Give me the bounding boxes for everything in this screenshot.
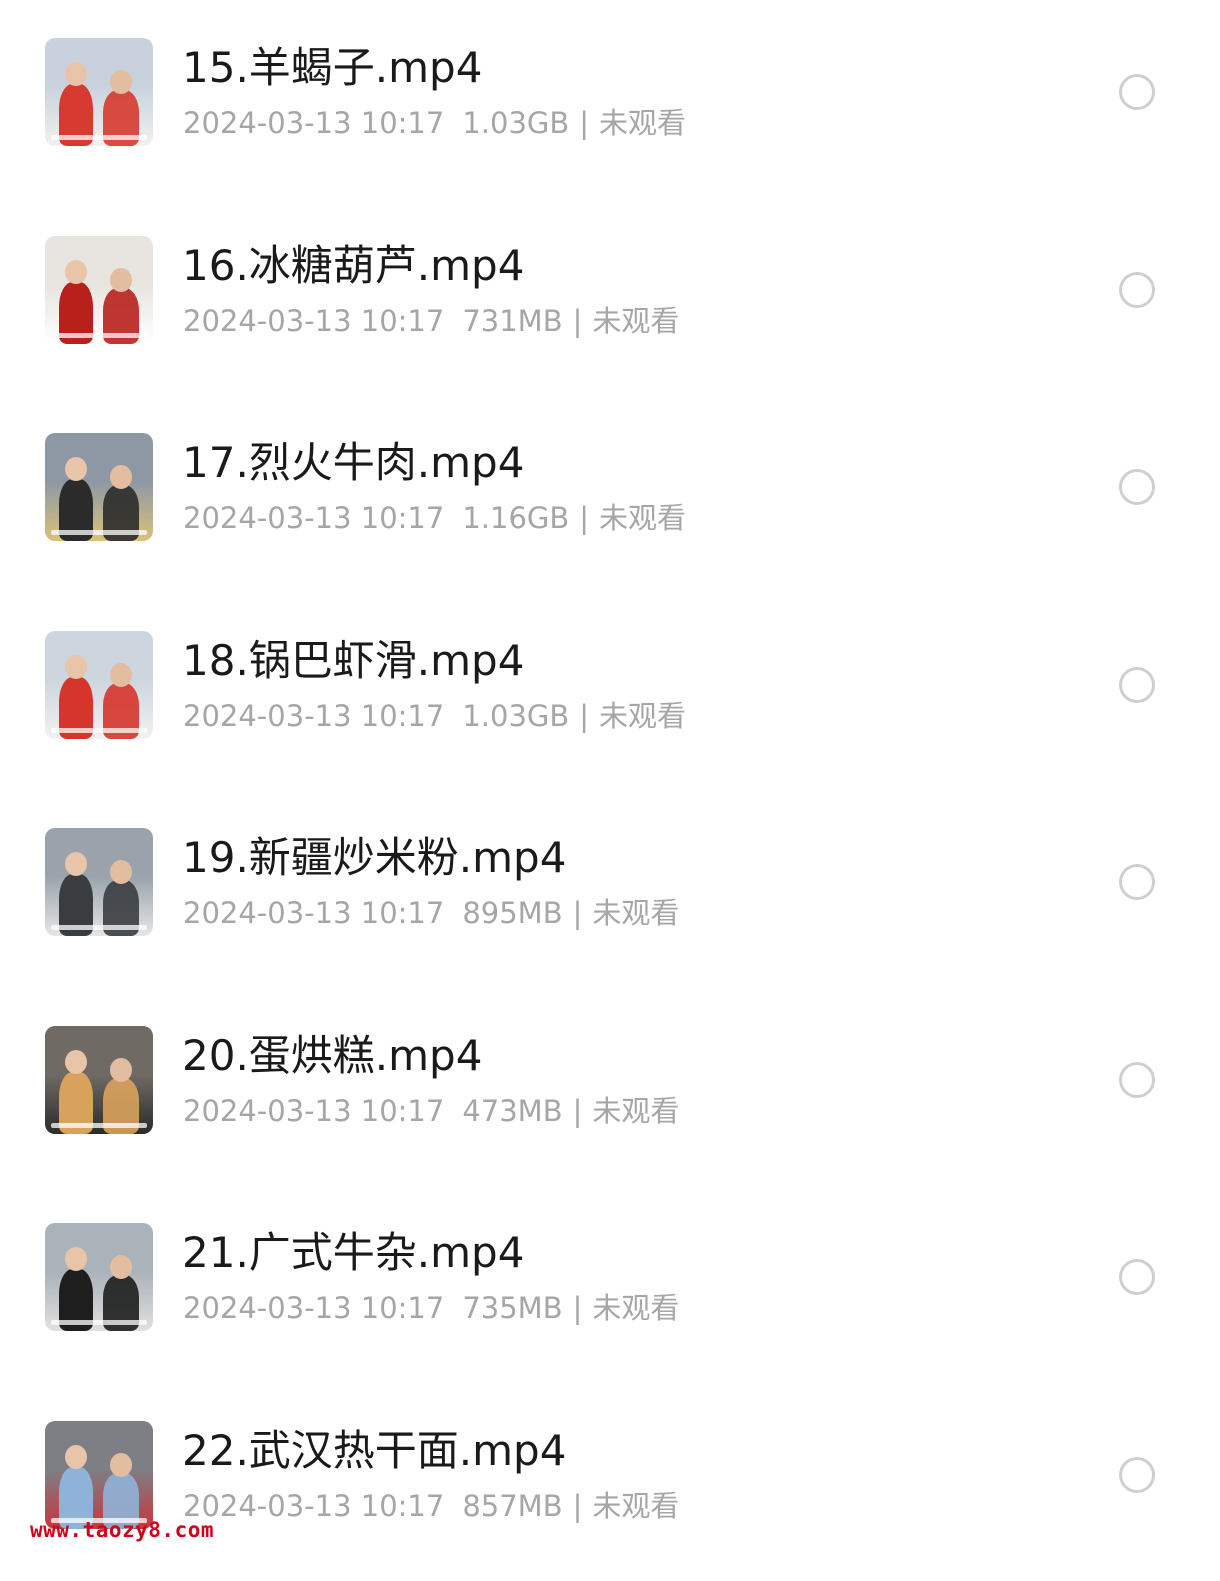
video-thumbnail[interactable] [45, 1420, 153, 1529]
file-date: 2024-03-13 10:17 [183, 698, 445, 733]
select-radio[interactable] [1119, 1456, 1155, 1493]
file-row[interactable]: 22.武汉热干面.mp4 2024-03-13 10:17 857MB | 未观看 [0, 1383, 1220, 1581]
meta-separator: | [572, 896, 583, 930]
file-list: 15.羊蝎子.mp4 2024-03-13 10:17 1.03GB | 未观看 16… [0, 0, 1220, 1571]
file-date: 2024-03-13 10:17 [183, 896, 445, 930]
file-size: 473MB [462, 1093, 563, 1128]
thumbnail-figure-head [65, 62, 87, 86]
file-name: 19.新疆炒米粉.mp4 [182, 833, 567, 882]
thumbnail-subtitle [51, 727, 147, 733]
file-size: 735MB [462, 1291, 563, 1325]
file-name: 22.武汉热干面.mp4 [182, 1425, 567, 1475]
meta-separator: | [572, 1093, 583, 1128]
file-row[interactable]: 15.羊蝎子.mp4 2024-03-13 10:17 1.03GB | 未观看 [0, 0, 1220, 198]
watch-status: 未观看 [599, 106, 687, 140]
thumbnail-figure-head [110, 1057, 132, 1082]
video-thumbnail[interactable] [45, 828, 153, 936]
select-radio[interactable] [1119, 271, 1155, 308]
meta-separator: | [579, 698, 590, 733]
thumbnail-figure-head [65, 457, 87, 481]
file-name: 20.蛋烘糕.mp4 [182, 1030, 483, 1080]
file-size: 1.03GB [462, 698, 570, 733]
select-radio[interactable] [1119, 864, 1155, 900]
file-date: 2024-03-13 10:17 [183, 106, 445, 140]
file-size: 895MB [462, 896, 563, 930]
file-date: 2024-03-13 10:17 [183, 1093, 445, 1128]
file-row[interactable]: 19.新疆炒米粉.mp4 2024-03-13 10:17 895MB | 未观看 [0, 790, 1220, 988]
watch-status: 未观看 [592, 1291, 680, 1325]
meta-separator: | [572, 303, 583, 338]
watch-status: 未观看 [592, 896, 680, 930]
watermark-text: www.taozy8.com [30, 1518, 215, 1542]
file-meta: 2024-03-13 10:17 857MB | 未观看 [183, 1486, 679, 1526]
file-name: 16.冰糖葫芦.mp4 [182, 240, 525, 290]
thumbnail-subtitle [51, 925, 147, 930]
thumbnail-subtitle [51, 135, 147, 140]
select-radio[interactable] [1119, 666, 1155, 703]
file-row[interactable]: 21.广式牛杂.mp4 2024-03-13 10:17 735MB | 未观看 [0, 1185, 1220, 1383]
select-radio[interactable] [1119, 469, 1155, 505]
meta-separator: | [572, 1488, 583, 1523]
file-date: 2024-03-13 10:17 [183, 1291, 445, 1325]
file-size: 1.16GB [462, 501, 570, 535]
thumbnail-subtitle [51, 1320, 147, 1325]
file-date: 2024-03-13 10:17 [183, 501, 445, 535]
thumbnail-figure-head [65, 1049, 87, 1074]
file-name: 17.烈火牛肉.mp4 [182, 438, 525, 487]
select-radio[interactable] [1119, 74, 1155, 110]
file-size: 857MB [462, 1488, 563, 1523]
thumbnail-figure-head [110, 662, 132, 687]
file-row[interactable]: 18.锅巴虾滑.mp4 2024-03-13 10:17 1.03GB | 未观看 [0, 593, 1220, 791]
file-size: 1.03GB [462, 106, 570, 140]
file-meta: 2024-03-13 10:17 735MB | 未观看 [183, 1288, 679, 1328]
video-thumbnail[interactable] [45, 433, 153, 541]
video-thumbnail[interactable] [45, 1025, 153, 1134]
video-thumbnail[interactable] [45, 38, 153, 146]
thumbnail-figure-head [110, 267, 132, 292]
file-meta: 2024-03-13 10:17 473MB | 未观看 [183, 1091, 679, 1131]
thumbnail-figure-head [65, 654, 87, 679]
file-meta: 2024-03-13 10:17 1.03GB | 未观看 [183, 696, 686, 736]
video-thumbnail[interactable] [45, 235, 153, 344]
select-radio[interactable] [1119, 1061, 1155, 1098]
select-radio[interactable] [1119, 1259, 1155, 1295]
thumbnail-figure-head [65, 1247, 87, 1271]
thumbnail-figure-head [110, 465, 132, 489]
watch-status: 未观看 [599, 501, 687, 535]
thumbnail-figure-head [110, 860, 132, 884]
thumbnail-figure-head [110, 1255, 132, 1279]
file-size: 731MB [462, 303, 563, 338]
meta-separator: | [579, 106, 590, 140]
meta-separator: | [579, 501, 590, 535]
file-meta: 2024-03-13 10:17 1.03GB | 未观看 [183, 103, 686, 143]
thumbnail-figure-head [65, 259, 87, 284]
file-date: 2024-03-13 10:17 [183, 303, 445, 338]
thumbnail-figure-head [65, 1444, 87, 1469]
video-thumbnail[interactable] [45, 1223, 153, 1331]
thumbnail-subtitle [51, 1122, 147, 1128]
watch-status: 未观看 [592, 303, 680, 338]
file-name: 21.广式牛杂.mp4 [182, 1228, 525, 1277]
watch-status: 未观看 [592, 1488, 680, 1523]
thumbnail-figure-head [65, 852, 87, 876]
watch-status: 未观看 [592, 1093, 680, 1128]
thumbnail-figure-head [110, 70, 132, 94]
file-meta: 2024-03-13 10:17 1.16GB | 未观看 [183, 498, 686, 538]
file-row[interactable]: 17.烈火牛肉.mp4 2024-03-13 10:17 1.16GB | 未观看 [0, 395, 1220, 593]
meta-separator: | [572, 1291, 583, 1325]
video-thumbnail[interactable] [45, 630, 153, 739]
file-row[interactable]: 20.蛋烘糕.mp4 2024-03-13 10:17 473MB | 未观看 [0, 988, 1220, 1186]
file-date: 2024-03-13 10:17 [183, 1488, 445, 1523]
thumbnail-figure-head [110, 1452, 132, 1477]
thumbnail-subtitle [51, 530, 147, 535]
file-meta: 2024-03-13 10:17 731MB | 未观看 [183, 301, 679, 341]
file-name: 15.羊蝎子.mp4 [182, 43, 483, 92]
file-meta: 2024-03-13 10:17 895MB | 未观看 [183, 893, 679, 933]
watch-status: 未观看 [599, 698, 687, 733]
file-name: 18.锅巴虾滑.mp4 [182, 635, 525, 685]
thumbnail-subtitle [51, 332, 147, 338]
file-row[interactable]: 16.冰糖葫芦.mp4 2024-03-13 10:17 731MB | 未观看 [0, 198, 1220, 396]
